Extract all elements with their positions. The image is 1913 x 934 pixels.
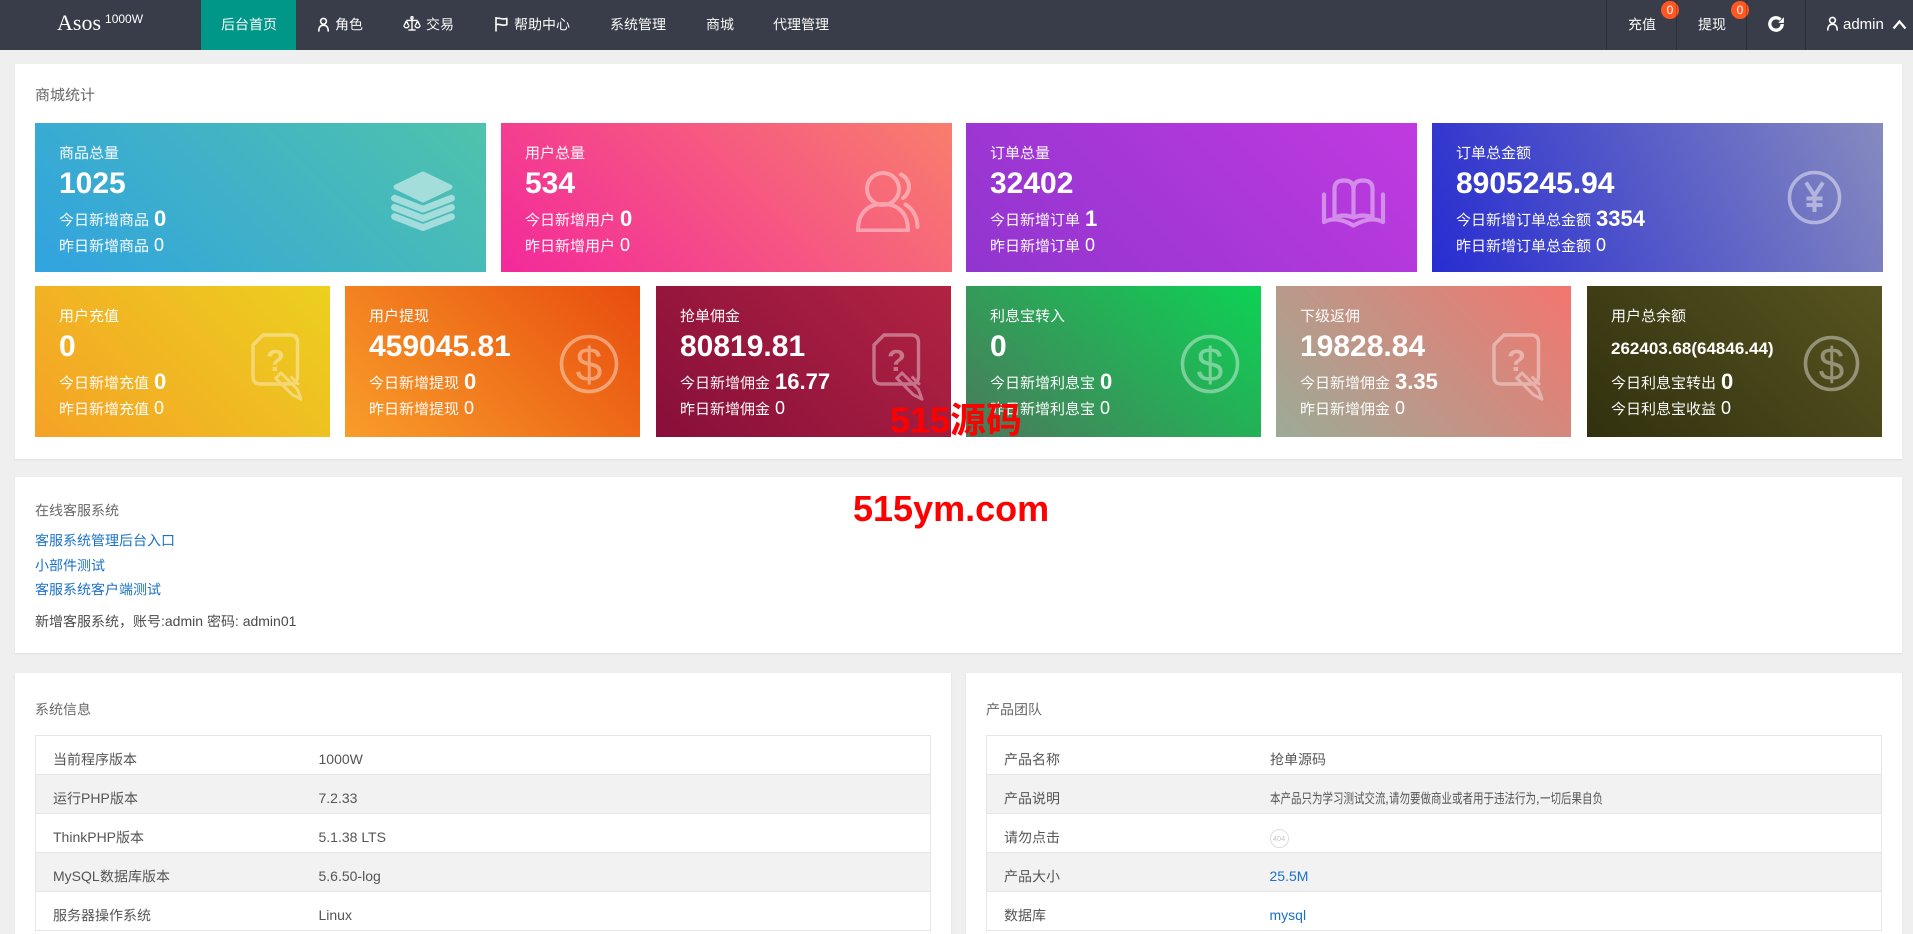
svg-text:$: $: [1197, 339, 1224, 392]
svg-text:$: $: [1819, 338, 1845, 390]
svg-text:$: $: [576, 339, 603, 392]
